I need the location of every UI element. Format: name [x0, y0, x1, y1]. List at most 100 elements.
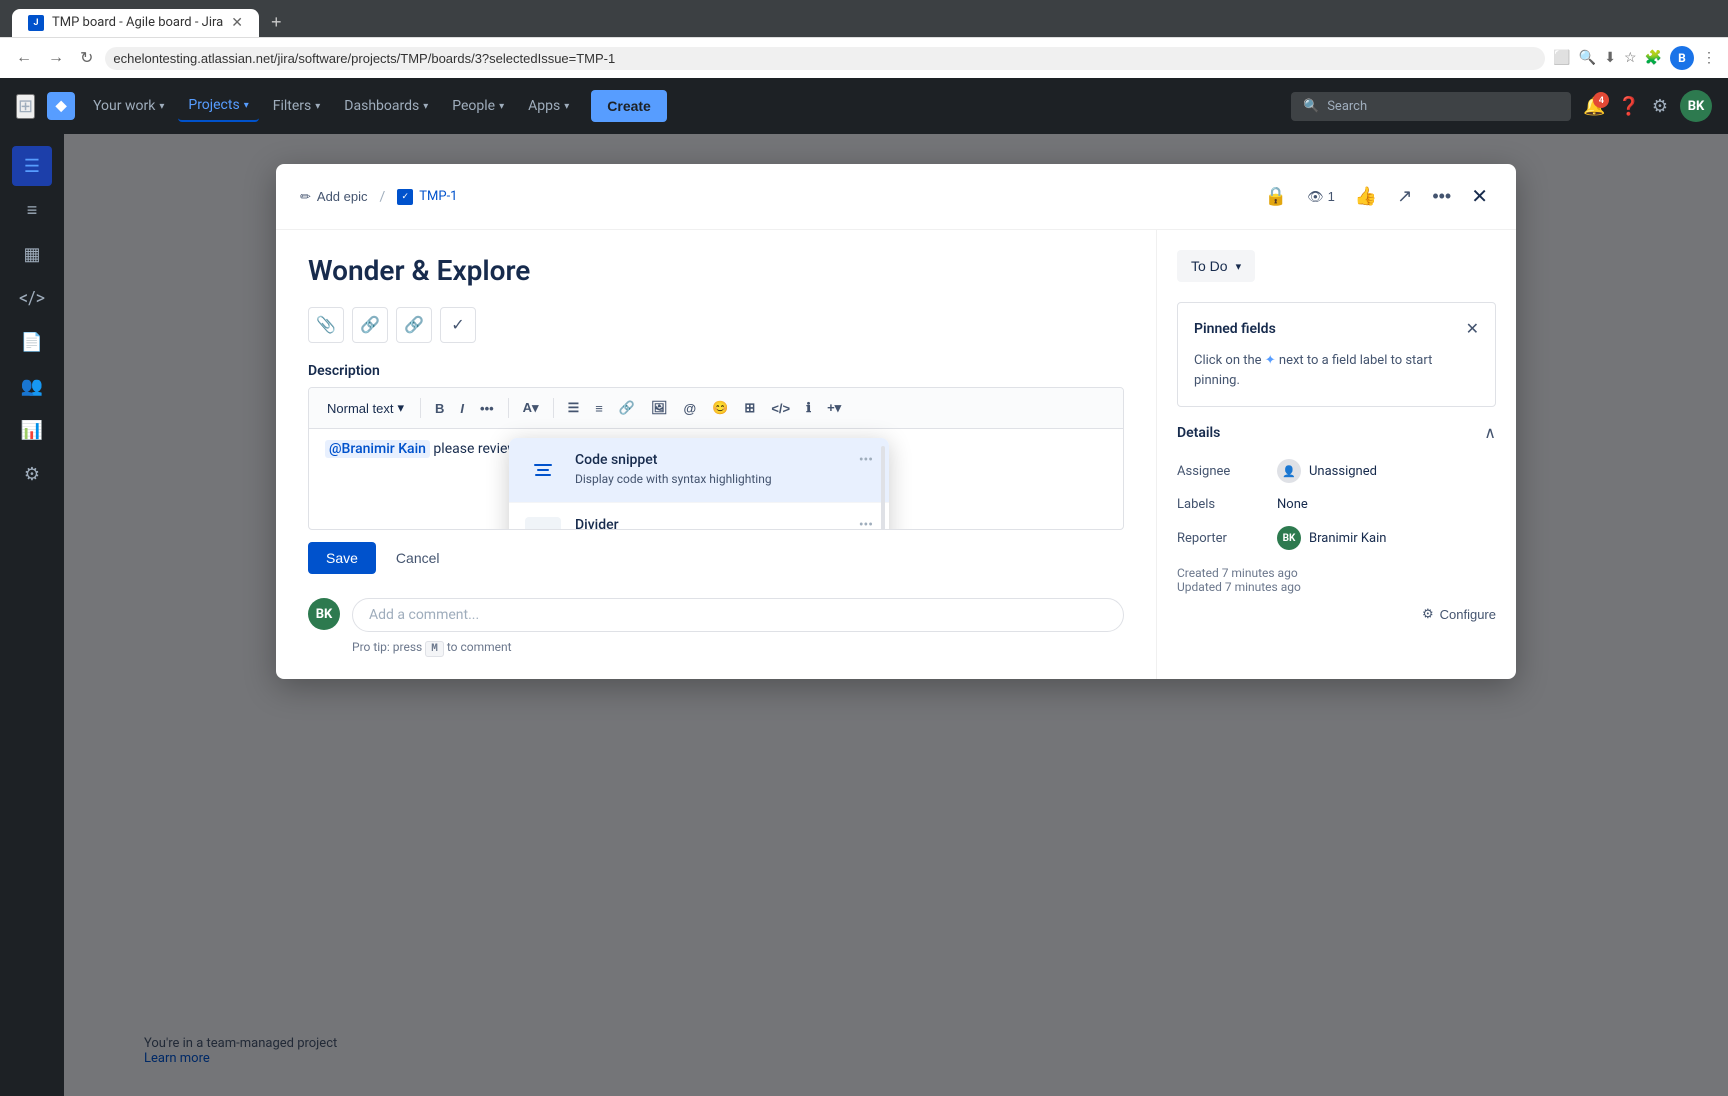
cancel-button[interactable]: Cancel — [384, 542, 452, 574]
number-list-btn[interactable]: ≡ — [589, 397, 609, 420]
status-dropdown-btn[interactable]: To Do ▾ — [1177, 250, 1255, 282]
back-btn[interactable]: ← — [12, 45, 36, 71]
browser-tab-active[interactable]: J TMP board - Agile board - Jira ✕ — [12, 9, 259, 37]
thumbs-up-btn[interactable]: 👍 — [1351, 182, 1381, 211]
search-bar[interactable]: 🔍 Search — [1291, 92, 1571, 121]
status-chevron: ▾ — [1236, 260, 1242, 273]
browser-address-bar: ← → ↻ ⬜ 🔍 ⬇ ☆ 🧩 B ⋮ — [0, 37, 1728, 78]
image-btn[interactable]: 🖼 — [645, 396, 674, 420]
people-nav[interactable]: People ▾ — [442, 90, 514, 122]
lock-btn[interactable]: 🔒 — [1261, 182, 1291, 211]
comment-input[interactable]: Add a comment... — [352, 598, 1124, 632]
dropdown-item-code-snippet[interactable]: Code snippet Display code with syntax hi… — [509, 438, 889, 503]
sidebar-code-icon[interactable]: </> — [12, 278, 52, 318]
link-editor-btn[interactable]: 🔗 — [613, 396, 641, 420]
download-icon[interactable]: ⬇ — [1604, 50, 1616, 66]
pro-tip: Pro tip: press M to comment — [352, 640, 1124, 655]
more-formatting-btn[interactable]: ••• — [474, 397, 500, 420]
info-btn[interactable]: ℹ — [800, 396, 817, 420]
description-label: Description — [308, 363, 1124, 379]
forward-btn[interactable]: → — [44, 45, 68, 71]
attach-btn[interactable]: 📎 — [308, 307, 344, 343]
search-icon: 🔍 — [1303, 99, 1319, 114]
apps-nav[interactable]: Apps ▾ — [518, 90, 579, 122]
pinned-header: Pinned fields ✕ — [1194, 319, 1479, 339]
pin-icon: ✦ — [1265, 353, 1279, 368]
text-style-dropdown[interactable]: Normal text ▾ — [319, 396, 412, 420]
jira-logo: ◆ — [47, 92, 75, 120]
issue-reference[interactable]: ✓ TMP-1 — [397, 189, 457, 205]
sidebar-grid-icon[interactable]: ▦ — [12, 234, 52, 274]
dashboards-nav[interactable]: Dashboards ▾ — [334, 90, 438, 122]
reload-btn[interactable]: ↻ — [76, 44, 97, 72]
sidebar-settings-icon[interactable]: ⚙ — [12, 454, 52, 494]
table-btn[interactable]: ⊞ — [738, 396, 761, 420]
dropdown-item-divider[interactable]: Divider Separate content with a horizont… — [509, 503, 889, 530]
configure-btn[interactable]: ⚙ Configure — [1422, 606, 1496, 622]
insert-dropdown-menu: Code snippet Display code with syntax hi… — [509, 438, 889, 530]
add-epic-btn[interactable]: ✏ Add epic — [300, 189, 368, 205]
filters-nav[interactable]: Filters ▾ — [263, 90, 331, 122]
projects-nav[interactable]: Projects ▾ — [178, 90, 258, 122]
dropdown-scrollbar[interactable] — [881, 446, 885, 530]
emoji-btn[interactable]: 😊 — [706, 396, 734, 420]
details-header: Details ∧ — [1177, 423, 1496, 443]
italic-btn[interactable]: I — [454, 397, 470, 420]
extension-icon[interactable]: 🧩 — [1645, 50, 1662, 66]
text-color-btn[interactable]: A▾ — [517, 396, 545, 420]
sidebar-reports-icon[interactable]: 📊 — [12, 410, 52, 450]
pinned-fields-close-btn[interactable]: ✕ — [1466, 319, 1479, 339]
sidebar-backlog-icon[interactable]: ≡ — [12, 190, 52, 230]
labels-value[interactable]: None — [1277, 497, 1308, 512]
menu-icon[interactable]: ⋮ — [1702, 50, 1716, 66]
mention-tag: @Branimir Kain — [325, 440, 430, 458]
bold-btn[interactable]: B — [429, 397, 450, 420]
watchers-btn[interactable]: 👁 1 — [1303, 185, 1339, 209]
sidebar-doc-icon[interactable]: 📄 — [12, 322, 52, 362]
settings-btn[interactable]: ⚙ — [1652, 96, 1668, 117]
address-input[interactable] — [105, 47, 1545, 70]
pinned-fields-section: Pinned fields ✕ Click on the ✦ next to a… — [1177, 302, 1496, 407]
bookmark-icon[interactable]: ☆ — [1624, 50, 1637, 66]
code-btn[interactable]: </> — [765, 397, 796, 420]
assignee-value[interactable]: 👤 Unassigned — [1277, 459, 1377, 483]
link-btn[interactable]: 🔗 — [396, 307, 432, 343]
your-work-nav[interactable]: Your work ▾ — [83, 90, 174, 122]
assignee-label: Assignee — [1177, 464, 1277, 479]
tab-close-btn[interactable]: ✕ — [231, 15, 243, 31]
dialog-right-sidebar: To Do ▾ Pinned fields ✕ Click on the ✦ n… — [1156, 230, 1516, 679]
zoom-icon[interactable]: 🔍 — [1579, 50, 1596, 66]
cast-icon[interactable]: ⬜ — [1553, 50, 1570, 66]
issue-dialog: ✏ Add epic / ✓ TMP-1 🔒 👁 1 👍 ↗ ••• — [276, 164, 1516, 679]
child-issues-btn[interactable]: 🔗 — [352, 307, 388, 343]
check-btn[interactable]: ✓ — [440, 307, 476, 343]
divider-more[interactable]: ••• — [859, 517, 873, 530]
updated-timestamp: Updated 7 minutes ago — [1177, 580, 1496, 594]
your-work-chevron: ▾ — [159, 101, 164, 112]
share-btn[interactable]: ↗ — [1393, 182, 1416, 211]
grid-icon[interactable]: ⊞ — [16, 94, 35, 119]
reporter-value[interactable]: BK Branimir Kain — [1277, 526, 1386, 550]
people-chevron: ▾ — [499, 101, 504, 112]
new-tab-btn[interactable]: + — [263, 8, 290, 37]
tab-favicon: J — [28, 15, 44, 31]
bullet-list-btn[interactable]: ☰ — [562, 396, 586, 420]
insert-more-btn[interactable]: +▾ — [821, 396, 847, 420]
browser-profile-icon[interactable]: B — [1670, 46, 1694, 70]
mention-btn[interactable]: @ — [678, 397, 703, 420]
more-options-btn[interactable]: ••• — [1428, 182, 1455, 211]
labels-row: Labels None — [1177, 497, 1496, 512]
close-dialog-btn[interactable]: ✕ — [1467, 180, 1492, 213]
save-button[interactable]: Save — [308, 542, 376, 574]
sidebar-board-icon[interactable]: ☰ — [12, 146, 52, 186]
create-button[interactable]: Create — [591, 90, 667, 122]
profile-avatar[interactable]: BK — [1680, 90, 1712, 122]
details-section: Details ∧ Assignee 👤 Unassigned Labels — [1177, 423, 1496, 622]
browser-icons: ⬜ 🔍 ⬇ ☆ 🧩 B ⋮ — [1553, 46, 1716, 70]
code-snippet-more[interactable]: ••• — [859, 452, 873, 468]
editor-actions: Save Cancel — [308, 542, 1124, 574]
details-toggle-btn[interactable]: ∧ — [1484, 423, 1496, 443]
notifications-btn[interactable]: 🔔 4 — [1583, 96, 1605, 117]
help-btn[interactable]: ❓ — [1617, 96, 1639, 117]
sidebar-people-icon[interactable]: 👥 — [12, 366, 52, 406]
